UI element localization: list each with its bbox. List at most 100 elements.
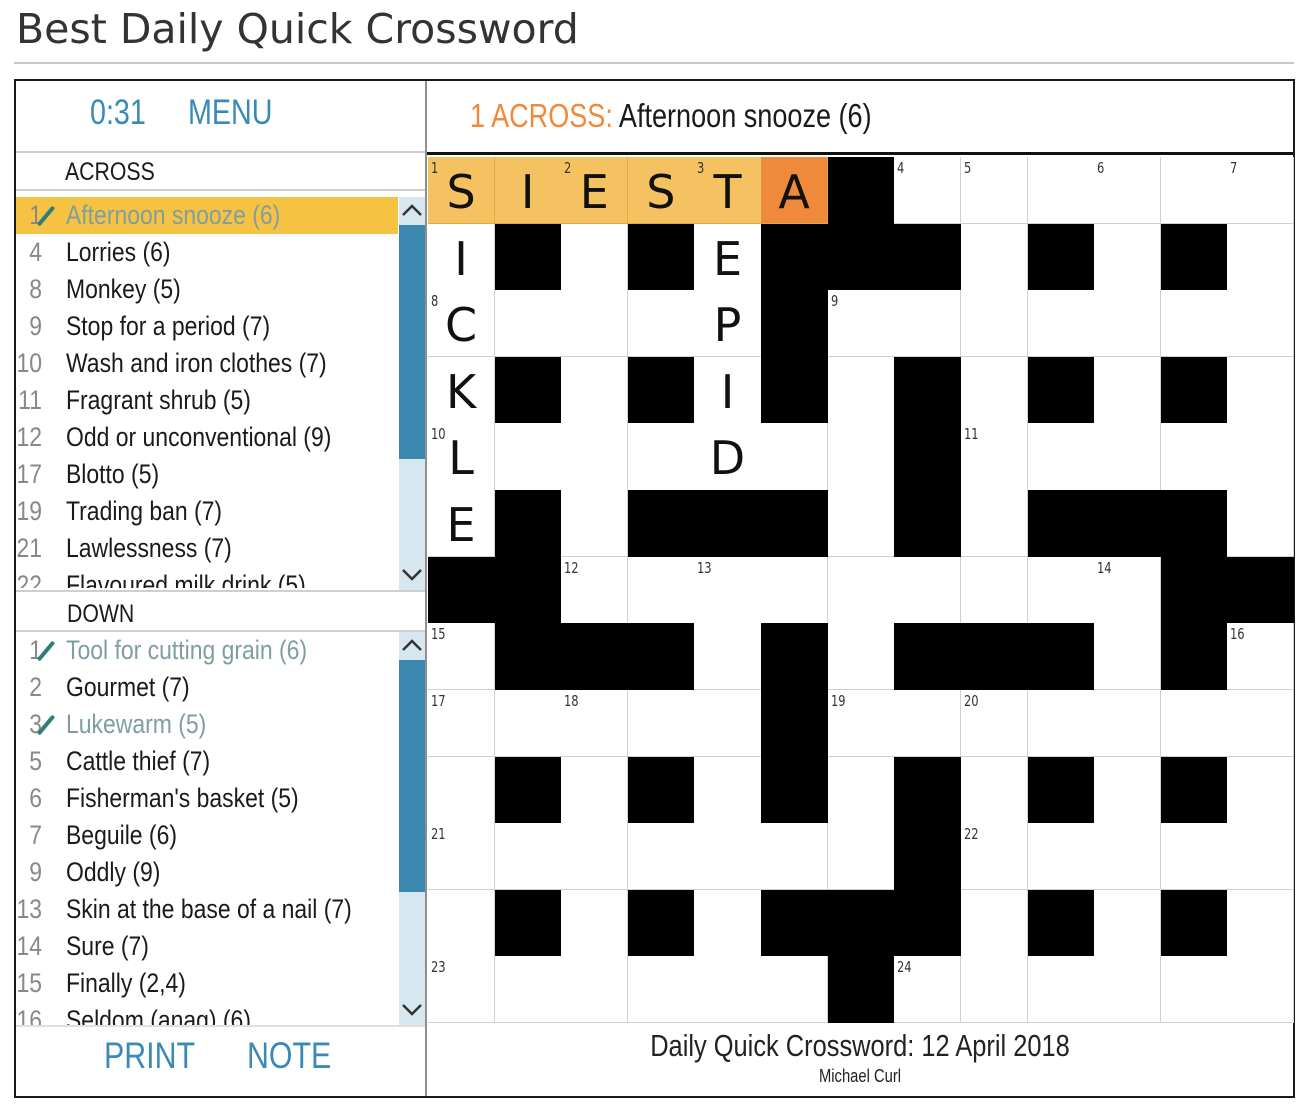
grid-cell[interactable]: 18 bbox=[561, 689, 629, 758]
grid-cell[interactable] bbox=[1227, 290, 1295, 358]
across-clue-17[interactable]: 17 Blotto (5) bbox=[16, 456, 398, 493]
grid-cell[interactable]: 7 bbox=[1227, 157, 1295, 225]
grid-cell[interactable]: 10 L bbox=[428, 423, 496, 491]
grid-cell[interactable] bbox=[894, 290, 962, 358]
grid-cell[interactable] bbox=[1094, 290, 1162, 358]
grid-cell[interactable] bbox=[1227, 423, 1295, 491]
grid-cell[interactable] bbox=[1160, 956, 1228, 1024]
down-clue-13[interactable]: 13 Skin at the base of a nail (7) bbox=[16, 891, 398, 928]
grid-cell[interactable] bbox=[894, 689, 962, 758]
grid-cell[interactable]: K bbox=[428, 356, 496, 424]
grid-cell[interactable]: 3T bbox=[694, 157, 762, 225]
grid-cell[interactable] bbox=[960, 290, 1029, 358]
across-clue-12[interactable]: 12 Odd or unconventional (9) bbox=[16, 419, 398, 456]
grid-cell[interactable]: P bbox=[694, 290, 762, 358]
grid-cell[interactable] bbox=[494, 823, 562, 891]
grid-cell[interactable] bbox=[1094, 356, 1162, 424]
grid-cell[interactable]: 23 bbox=[428, 956, 496, 1024]
grid-cell[interactable]: 8C bbox=[428, 290, 496, 358]
grid-cell[interactable] bbox=[1227, 823, 1295, 891]
grid-cell[interactable] bbox=[761, 956, 829, 1024]
grid-cell[interactable] bbox=[1094, 823, 1162, 891]
grid-cell[interactable] bbox=[1227, 756, 1295, 824]
down-clue-14[interactable]: 14 Sure (7) bbox=[16, 928, 398, 965]
grid-cell[interactable] bbox=[1227, 356, 1295, 424]
grid-cell[interactable] bbox=[428, 756, 496, 824]
grid-cell[interactable] bbox=[561, 956, 629, 1024]
grid-cell[interactable] bbox=[694, 956, 762, 1024]
grid-cell[interactable] bbox=[1094, 223, 1162, 291]
across-clue-19[interactable]: 19 Trading ban (7) bbox=[16, 493, 398, 530]
down-clue-2[interactable]: 2 Gourmet (7) bbox=[16, 669, 398, 706]
grid-cell[interactable] bbox=[1027, 823, 1095, 891]
scroll-down-icon[interactable] bbox=[399, 562, 425, 588]
menu-button[interactable]: MENU bbox=[188, 93, 273, 133]
grid-cell[interactable]: 24 bbox=[894, 956, 962, 1024]
grid-cell[interactable] bbox=[1094, 889, 1162, 957]
grid-cell[interactable]: D bbox=[694, 423, 762, 491]
down-scroll-thumb[interactable] bbox=[399, 660, 425, 892]
grid-cell[interactable]: 16 bbox=[1227, 623, 1295, 691]
grid-cell[interactable] bbox=[960, 490, 1029, 558]
across-clue-8[interactable]: 8 Monkey (5) bbox=[16, 271, 398, 308]
grid-cell[interactable] bbox=[561, 823, 629, 891]
grid-cell[interactable] bbox=[1094, 756, 1162, 824]
grid-cell[interactable] bbox=[494, 689, 562, 758]
grid-cell[interactable] bbox=[827, 423, 895, 491]
grid-cell[interactable]: 11 bbox=[960, 423, 1029, 491]
down-clue-3[interactable]: 3 Lukewarm (5) bbox=[16, 706, 398, 743]
grid-cell[interactable] bbox=[561, 889, 629, 957]
grid-cell[interactable] bbox=[1160, 290, 1228, 358]
grid-cell[interactable] bbox=[1094, 423, 1162, 491]
grid-cell[interactable] bbox=[627, 290, 695, 358]
grid-cell[interactable] bbox=[1160, 157, 1228, 225]
grid-cell[interactable]: 5 bbox=[960, 157, 1029, 225]
grid-cell[interactable] bbox=[894, 556, 962, 624]
grid-cell[interactable] bbox=[960, 956, 1029, 1024]
grid-cell[interactable] bbox=[627, 423, 695, 491]
grid-cell[interactable] bbox=[1027, 157, 1095, 225]
grid-cell[interactable] bbox=[827, 823, 895, 891]
grid-cell[interactable] bbox=[960, 223, 1029, 291]
grid-cell[interactable] bbox=[1094, 623, 1162, 691]
grid-cell[interactable]: 15 bbox=[428, 623, 496, 691]
grid-cell[interactable]: 19 bbox=[827, 689, 895, 758]
grid-cell[interactable] bbox=[627, 823, 695, 891]
grid-cell[interactable] bbox=[694, 889, 762, 957]
grid-cell[interactable]: 12 bbox=[561, 556, 629, 624]
across-clue-1[interactable]: 1 Afternoon snooze (6) bbox=[16, 197, 398, 234]
grid-cell[interactable] bbox=[827, 356, 895, 424]
grid-cell[interactable] bbox=[1227, 223, 1295, 291]
grid-cell[interactable] bbox=[494, 956, 562, 1024]
grid-cell[interactable] bbox=[561, 490, 629, 558]
grid-cell[interactable]: I bbox=[428, 223, 496, 291]
grid-cell[interactable]: 1S bbox=[428, 157, 496, 225]
down-clue-6[interactable]: 6 Fisherman's basket (5) bbox=[16, 780, 398, 817]
grid-cell[interactable]: I bbox=[494, 157, 562, 225]
grid-cell[interactable]: 14 bbox=[1094, 556, 1162, 624]
grid-cell[interactable] bbox=[627, 556, 695, 624]
across-scrollbar[interactable] bbox=[399, 197, 425, 590]
across-clue-11[interactable]: 11 Fragrant shrub (5) bbox=[16, 382, 398, 419]
crossword-grid[interactable]: 1 S I 2 E S 3 T A 4 5 6 7 I E 8 C P 9 K I 10 L D 11 E 12 13 14 15 16 17… bbox=[428, 157, 1295, 1024]
grid-cell[interactable]: I bbox=[694, 356, 762, 424]
down-clue-1[interactable]: 1 Tool for cutting grain (6) bbox=[16, 632, 398, 669]
grid-cell[interactable] bbox=[494, 423, 562, 491]
grid-cell[interactable]: 17 bbox=[428, 689, 496, 758]
grid-cell[interactable] bbox=[827, 490, 895, 558]
grid-cell[interactable] bbox=[960, 356, 1029, 424]
print-button[interactable]: PRINT bbox=[104, 1035, 195, 1077]
grid-cell[interactable] bbox=[561, 223, 629, 291]
grid-cell[interactable] bbox=[627, 956, 695, 1024]
grid-cell[interactable] bbox=[1027, 956, 1095, 1024]
grid-cell[interactable] bbox=[960, 889, 1029, 957]
grid-cell[interactable] bbox=[694, 689, 762, 758]
grid-cell[interactable] bbox=[1027, 290, 1095, 358]
grid-cell[interactable] bbox=[1227, 689, 1295, 758]
grid-cell[interactable] bbox=[694, 623, 762, 691]
grid-cell[interactable] bbox=[1094, 689, 1162, 758]
grid-cell[interactable] bbox=[1160, 423, 1228, 491]
grid-cell[interactable] bbox=[627, 689, 695, 758]
grid-cell[interactable]: 20 bbox=[960, 689, 1029, 758]
grid-cell[interactable] bbox=[561, 423, 629, 491]
